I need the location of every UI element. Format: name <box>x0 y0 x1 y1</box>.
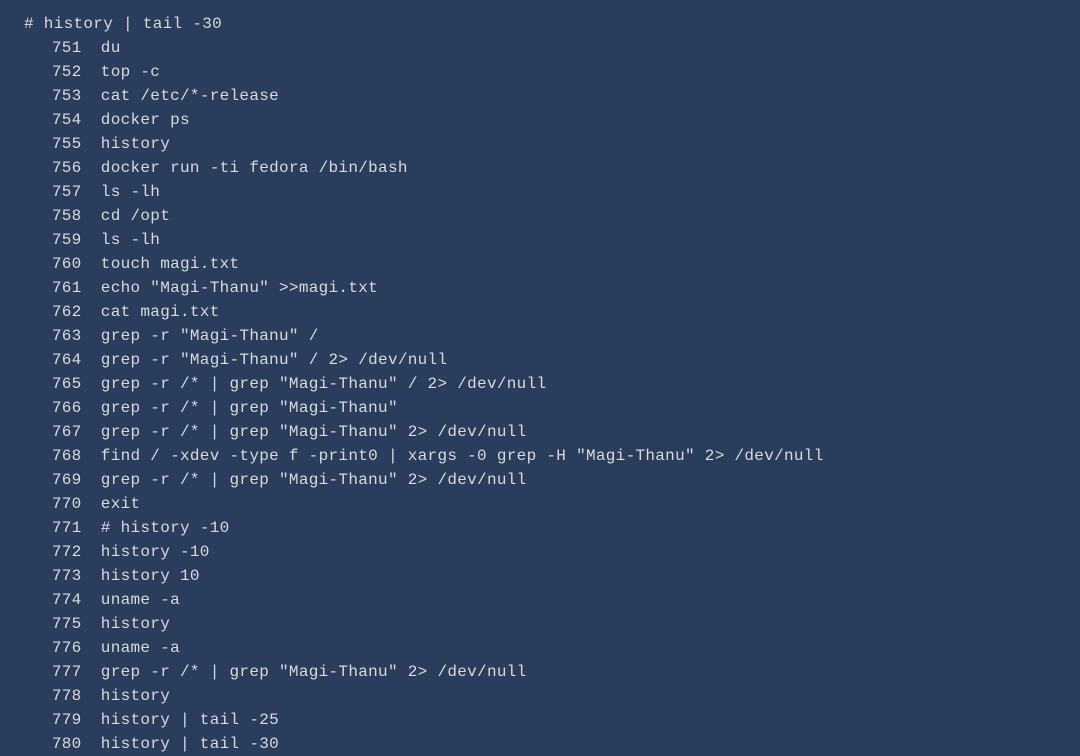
history-command: echo "Magi-Thanu" >>magi.txt <box>101 279 378 297</box>
history-line: 756 docker run -ti fedora /bin/bash <box>24 156 1056 180</box>
history-line: 778 history <box>24 684 1056 708</box>
history-number: 762 <box>34 300 82 324</box>
history-line: 764 grep -r "Magi-Thanu" / 2> /dev/null <box>24 348 1056 372</box>
history-line: 772 history -10 <box>24 540 1056 564</box>
history-number: 766 <box>34 396 82 420</box>
history-line: 757 ls -lh <box>24 180 1056 204</box>
history-number: 755 <box>34 132 82 156</box>
history-command: history 10 <box>101 567 200 585</box>
history-line: 780 history | tail -30 <box>24 732 1056 756</box>
history-number: 778 <box>34 684 82 708</box>
history-command: cd /opt <box>101 207 170 225</box>
history-number: 769 <box>34 468 82 492</box>
history-number: 772 <box>34 540 82 564</box>
history-line: 761 echo "Magi-Thanu" >>magi.txt <box>24 276 1056 300</box>
history-line: 777 grep -r /* | grep "Magi-Thanu" 2> /de… <box>24 660 1056 684</box>
history-command: # history -10 <box>101 519 230 537</box>
history-line: 770 exit <box>24 492 1056 516</box>
history-command: touch magi.txt <box>101 255 240 273</box>
history-line: 754 docker ps <box>24 108 1056 132</box>
history-command: history <box>101 687 170 705</box>
history-number: 758 <box>34 204 82 228</box>
history-number: 757 <box>34 180 82 204</box>
history-number: 759 <box>34 228 82 252</box>
history-number: 773 <box>34 564 82 588</box>
history-number: 752 <box>34 60 82 84</box>
history-command: ls -lh <box>101 183 160 201</box>
history-command: docker ps <box>101 111 190 129</box>
history-command: grep -r /* | grep "Magi-Thanu" 2> /dev/n… <box>101 423 527 441</box>
history-command: history | tail -30 <box>101 735 279 753</box>
history-command: docker run -ti fedora /bin/bash <box>101 159 408 177</box>
history-number: 780 <box>34 732 82 756</box>
history-number: 777 <box>34 660 82 684</box>
history-line: 762 cat magi.txt <box>24 300 1056 324</box>
history-command: uname -a <box>101 639 180 657</box>
history-line: 759 ls -lh <box>24 228 1056 252</box>
history-line: 769 grep -r /* | grep "Magi-Thanu" 2> /de… <box>24 468 1056 492</box>
history-line: 760 touch magi.txt <box>24 252 1056 276</box>
history-number: 775 <box>34 612 82 636</box>
history-line: 771 # history -10 <box>24 516 1056 540</box>
history-command: history <box>101 135 170 153</box>
history-number: 774 <box>34 588 82 612</box>
history-command: grep -r /* | grep "Magi-Thanu" <box>101 399 398 417</box>
history-command: history <box>101 615 170 633</box>
history-number: 756 <box>34 156 82 180</box>
history-line: 755 history <box>24 132 1056 156</box>
history-command: history | tail -25 <box>101 711 279 729</box>
history-command: grep -r /* | grep "Magi-Thanu" / 2> /dev… <box>101 375 547 393</box>
history-line: 752 top -c <box>24 60 1056 84</box>
history-number: 763 <box>34 324 82 348</box>
history-line: 753 cat /etc/*-release <box>24 84 1056 108</box>
history-number: 771 <box>34 516 82 540</box>
command-prompt: # history | tail -30 <box>24 12 1056 36</box>
history-number: 761 <box>34 276 82 300</box>
history-line: 779 history | tail -25 <box>24 708 1056 732</box>
history-number: 768 <box>34 444 82 468</box>
history-line: 765 grep -r /* | grep "Magi-Thanu" / 2> /… <box>24 372 1056 396</box>
history-line: 766 grep -r /* | grep "Magi-Thanu" <box>24 396 1056 420</box>
history-command: find / -xdev -type f -print0 | xargs -0 … <box>101 447 824 465</box>
history-line: 776 uname -a <box>24 636 1056 660</box>
history-number: 765 <box>34 372 82 396</box>
history-command: grep -r /* | grep "Magi-Thanu" 2> /dev/n… <box>101 663 527 681</box>
history-line: 768 find / -xdev -type f -print0 | xargs … <box>24 444 1056 468</box>
history-number: 751 <box>34 36 82 60</box>
history-command: ls -lh <box>101 231 160 249</box>
history-line: 767 grep -r /* | grep "Magi-Thanu" 2> /de… <box>24 420 1056 444</box>
history-command: history -10 <box>101 543 210 561</box>
history-command: grep -r "Magi-Thanu" / 2> /dev/null <box>101 351 448 369</box>
history-command: exit <box>101 495 141 513</box>
history-command: grep -r /* | grep "Magi-Thanu" 2> /dev/n… <box>101 471 527 489</box>
history-number: 767 <box>34 420 82 444</box>
history-line: 773 history 10 <box>24 564 1056 588</box>
history-number: 779 <box>34 708 82 732</box>
history-number: 753 <box>34 84 82 108</box>
history-command: cat magi.txt <box>101 303 220 321</box>
history-number: 770 <box>34 492 82 516</box>
history-line: 751 du <box>24 36 1056 60</box>
history-line: 775 history <box>24 612 1056 636</box>
history-output: 751 du 752 top -c 753 cat /etc/*-release 754 do… <box>24 36 1056 756</box>
history-command: grep -r "Magi-Thanu" / <box>101 327 319 345</box>
history-command: top -c <box>101 63 160 81</box>
history-number: 754 <box>34 108 82 132</box>
history-line: 774 uname -a <box>24 588 1056 612</box>
history-command: cat /etc/*-release <box>101 87 279 105</box>
history-number: 776 <box>34 636 82 660</box>
history-number: 760 <box>34 252 82 276</box>
history-command: uname -a <box>101 591 180 609</box>
history-command: du <box>101 39 121 57</box>
history-line: 763 grep -r "Magi-Thanu" / <box>24 324 1056 348</box>
history-number: 764 <box>34 348 82 372</box>
history-line: 758 cd /opt <box>24 204 1056 228</box>
